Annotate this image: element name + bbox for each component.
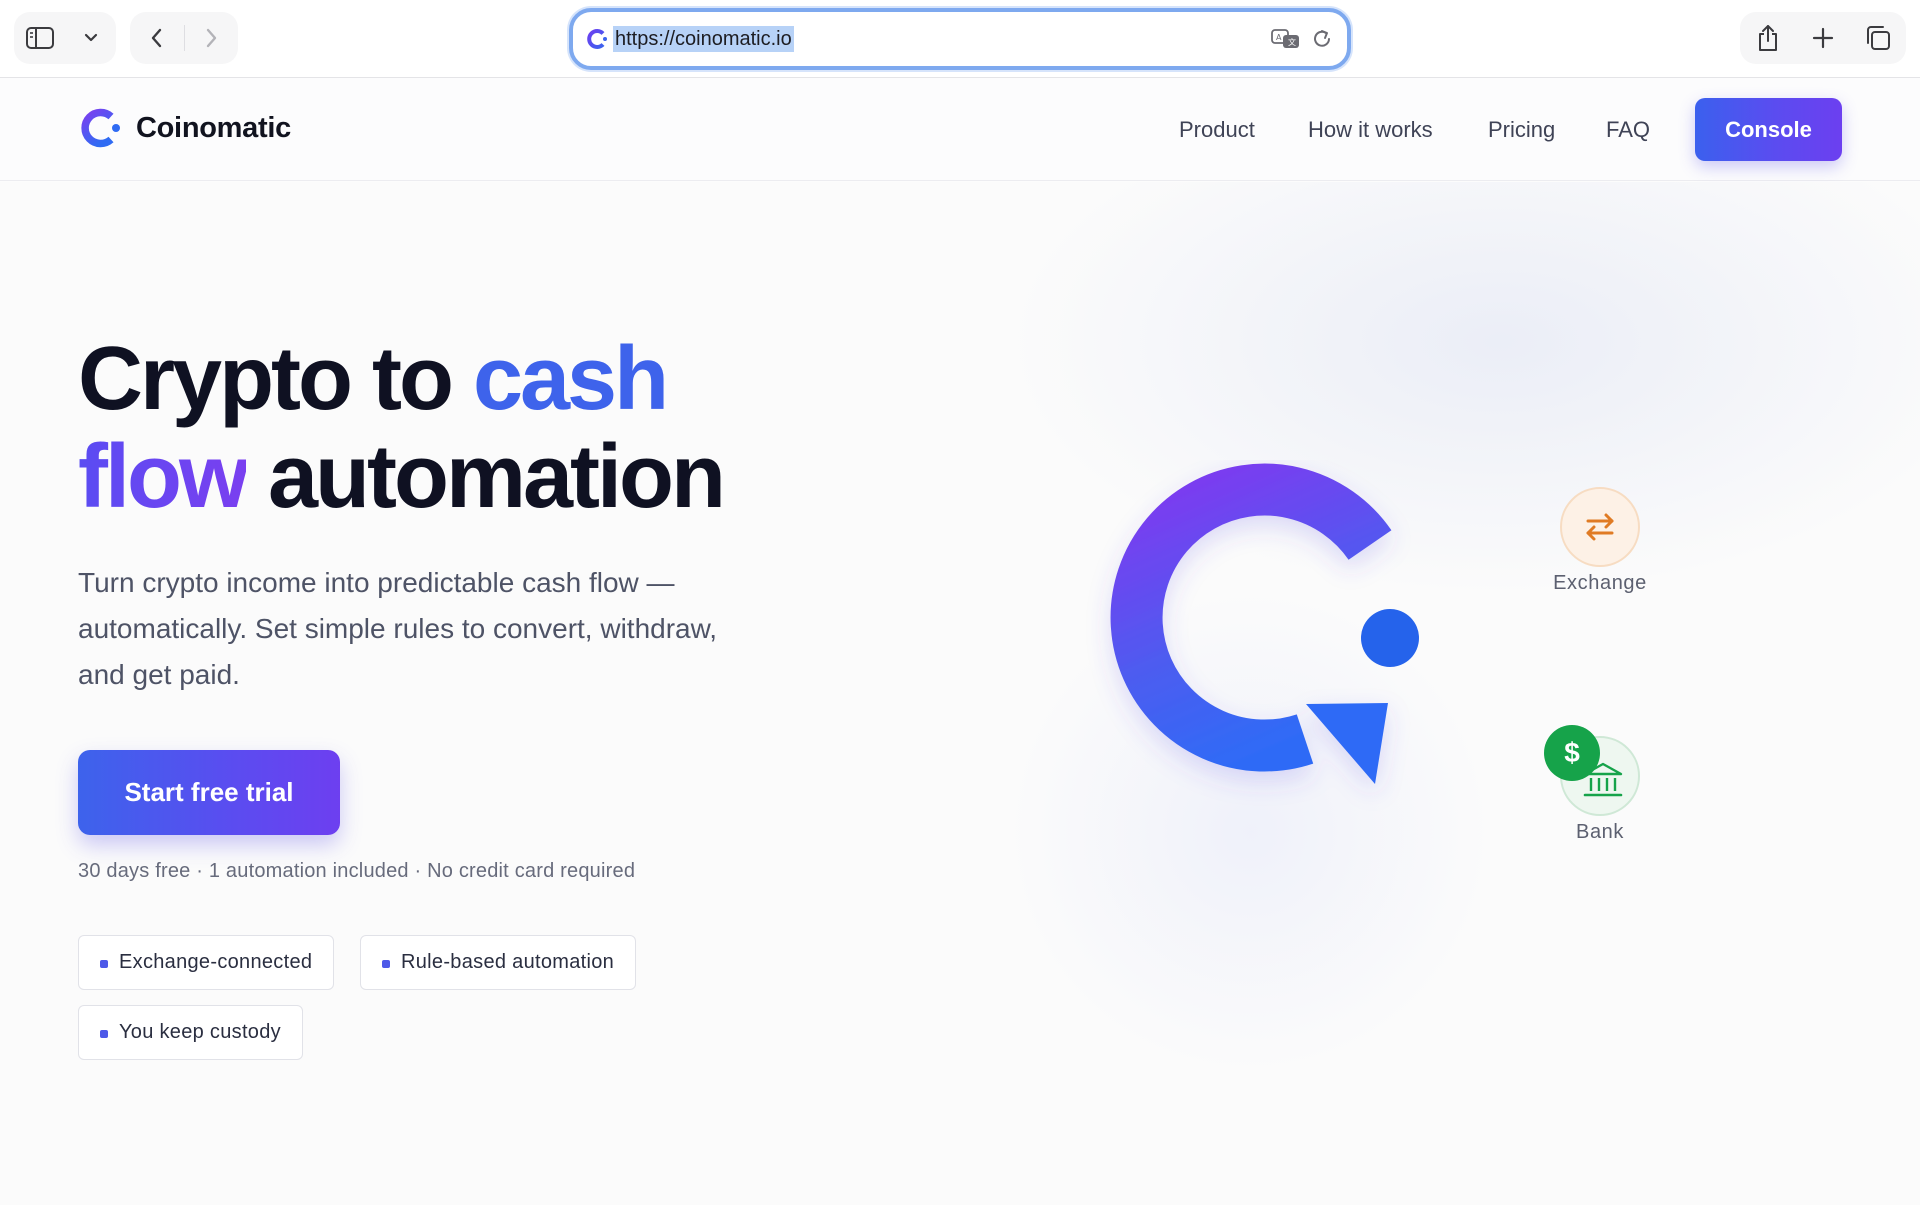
- exchange-arrows-icon: [1586, 513, 1614, 541]
- share-icon[interactable]: [1740, 12, 1795, 64]
- nav-how-it-works[interactable]: How it works: [1308, 117, 1433, 143]
- headline-part1: Crypto to: [78, 329, 473, 429]
- reload-icon[interactable]: [1311, 28, 1333, 50]
- feature-label: Rule-based automation: [401, 951, 615, 973]
- feature-chip: Exchange-connected: [78, 935, 335, 990]
- feature-chip: You keep custody: [78, 1005, 303, 1060]
- bank-label: Bank: [1576, 821, 1624, 843]
- console-button[interactable]: Console: [1695, 98, 1842, 161]
- brand-name: Coinomatic: [136, 111, 291, 144]
- sidebar-controls: [14, 12, 116, 64]
- headline-accent-cash: cash: [472, 329, 669, 429]
- address-bar[interactable]: https://coinomatic.io A文: [569, 8, 1351, 70]
- nav-pricing[interactable]: Pricing: [1488, 117, 1555, 143]
- headline-accent-flow: flow: [78, 427, 249, 527]
- sidebar-icon[interactable]: [14, 12, 65, 64]
- site-header: Coinomatic Product How it works Pricing …: [0, 78, 1920, 181]
- feature-label: You keep custody: [119, 1021, 281, 1043]
- browser-toolbar: https://coinomatic.io A文: [0, 0, 1920, 78]
- hero-subhead: Turn crypto income into predictable cash…: [78, 567, 718, 690]
- coinomatic-hero-logo-icon: [1110, 463, 1419, 784]
- bullet-icon: [100, 960, 108, 968]
- chevron-right-icon[interactable]: [184, 12, 238, 64]
- cta-note: 30 days free · 1 automation included · N…: [78, 860, 636, 882]
- bullet-icon: [100, 1030, 108, 1038]
- plus-icon[interactable]: [1795, 12, 1850, 64]
- window-controls: [1740, 12, 1906, 64]
- coinomatic-logo-icon: [81, 108, 120, 148]
- nav-faq[interactable]: FAQ: [1606, 117, 1650, 143]
- site-favicon: [587, 29, 607, 49]
- translate-icon[interactable]: A文: [1271, 28, 1301, 50]
- brand[interactable]: Coinomatic: [78, 106, 291, 150]
- tabs-icon[interactable]: [1850, 12, 1905, 64]
- feature-chip: Rule-based automation: [360, 935, 637, 990]
- feature-label: Exchange-connected: [119, 951, 313, 973]
- svg-text:A: A: [1276, 33, 1282, 42]
- chevron-left-icon[interactable]: [130, 12, 184, 64]
- exchange-node: [1560, 487, 1640, 567]
- bullet-icon: [382, 960, 390, 968]
- nav-product[interactable]: Product: [1179, 117, 1255, 143]
- dollar-badge-icon: $: [1544, 725, 1600, 781]
- chevron-down-icon[interactable]: [65, 12, 116, 64]
- headline-part2: automation: [245, 427, 726, 527]
- svg-text:文: 文: [1288, 37, 1296, 47]
- exchange-label: Exchange: [1553, 572, 1647, 594]
- history-controls: [130, 12, 238, 64]
- hero-headline: Crypto to cash flow automation: [78, 330, 818, 526]
- url-text[interactable]: https://coinomatic.io: [613, 26, 794, 52]
- start-free-trial-button[interactable]: Start free trial: [78, 750, 340, 835]
